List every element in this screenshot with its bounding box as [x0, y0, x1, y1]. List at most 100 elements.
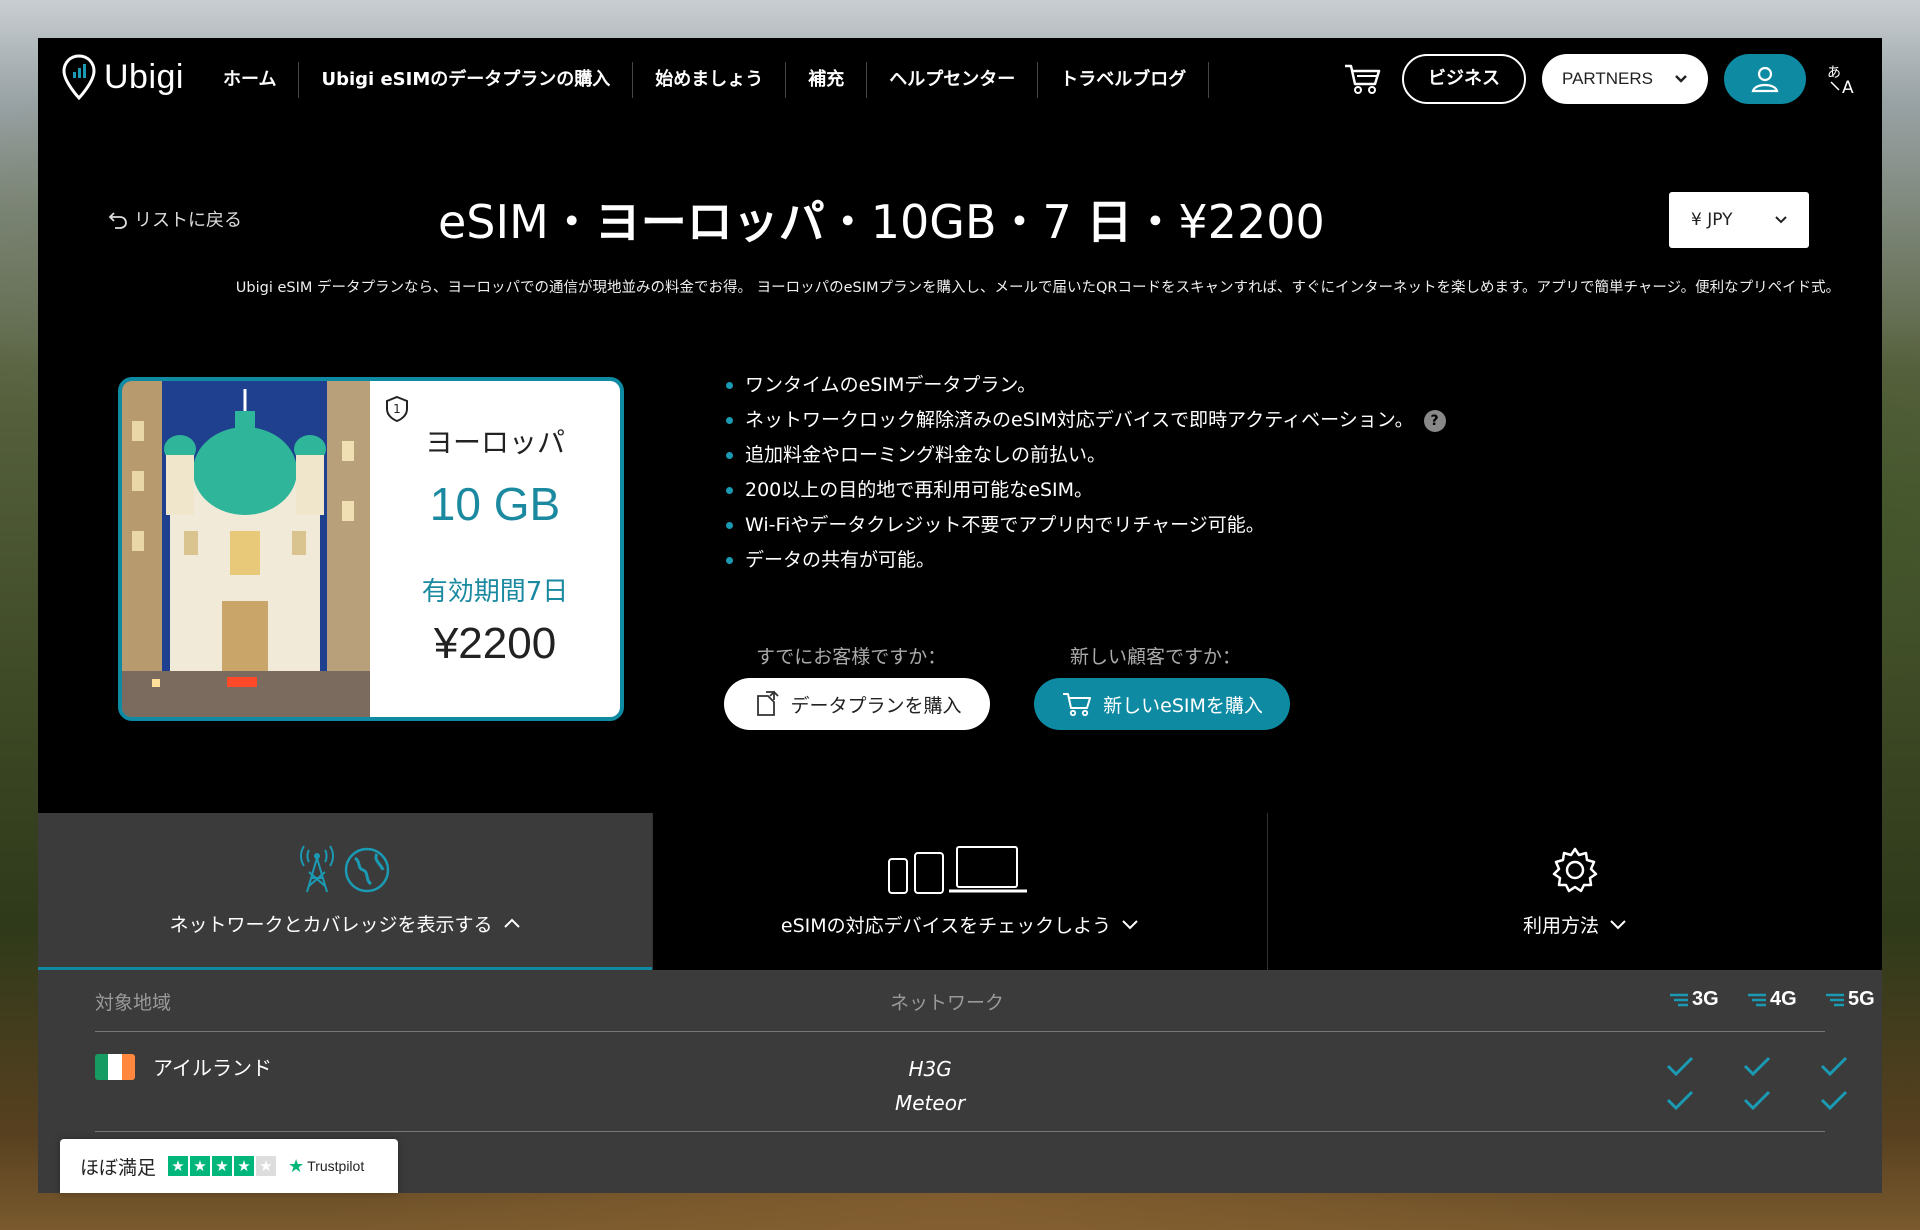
- feature-text: 追加料金やローミング料金なしの前払い。: [745, 444, 1107, 466]
- new-customer-label: 新しい顧客ですか：: [1070, 646, 1242, 668]
- star-empty-icon: ★: [256, 1156, 277, 1176]
- buy-data-plan-label: データプランを購入: [790, 694, 962, 717]
- translate-icon: あ A: [1827, 65, 1854, 96]
- card-data-amount: 10 GB: [429, 478, 561, 530]
- bullet-dot: [726, 417, 733, 424]
- column-3g: 3G: [1668, 988, 1719, 1011]
- title-region: ヨーロッパ: [594, 195, 825, 249]
- antenna-globe-icon: [300, 844, 390, 892]
- card-price: ¥2200: [433, 619, 557, 668]
- main-nav: ホーム Ubigi eSIMのデータプランの購入 始めましょう 補充 ヘルプセン…: [223, 60, 1210, 100]
- star-icon: ★: [212, 1156, 233, 1176]
- speed-lines-icon: [1826, 993, 1844, 1006]
- chevron-down-icon: [1675, 75, 1687, 83]
- cart-icon: [1063, 693, 1092, 717]
- account-button[interactable]: [1724, 54, 1806, 104]
- existing-customer-label: すでにお客様ですか：: [756, 646, 947, 668]
- tab-label: eSIMの対応デバイスをチェックしよう: [781, 911, 1139, 938]
- back-label: リストに戻る: [134, 210, 242, 231]
- title-mid: ・10GB・7: [824, 195, 1072, 249]
- header-actions: ビジネス PARTNERS あ A: [1340, 54, 1862, 104]
- check-icon: [1820, 1090, 1848, 1111]
- nav-get-started[interactable]: 始めましょう: [633, 62, 787, 98]
- tab-network-coverage[interactable]: ネットワークとカバレッジを表示する: [38, 813, 652, 970]
- country-name: アイルランド: [153, 1056, 272, 1080]
- church-illustration: [122, 381, 370, 717]
- chevron-down-icon: [1610, 919, 1626, 929]
- column-4g: 4G: [1746, 988, 1797, 1011]
- feature-text: データの共有が可能。: [745, 549, 936, 571]
- currency-select[interactable]: ¥ JPY: [1669, 192, 1809, 248]
- feature-list: ワンタイムのeSIMデータプラン。 ネットワークロック解除済みのeSIM対応デバ…: [726, 368, 1446, 578]
- feature-item: 200以上の目的地で再利用可能なeSIM。: [726, 473, 1446, 508]
- feature-text: Wi-Fiやデータクレジット不要でアプリ内でリチャージ可能。: [745, 514, 1265, 536]
- ireland-flag-icon: [95, 1054, 135, 1080]
- feature-text: ワンタイムのeSIMデータプラン。: [745, 374, 1037, 396]
- feature-item: Wi-Fiやデータクレジット不要でアプリ内でリチャージ可能。: [726, 508, 1446, 543]
- buy-data-plan-button[interactable]: データプランを購入: [724, 678, 990, 730]
- star-icon: ★: [168, 1156, 189, 1176]
- nav-home[interactable]: ホーム: [223, 62, 300, 98]
- coverage-header: 対象地域 ネットワーク 3G 4G 5G: [95, 988, 1875, 1032]
- network-name: H3G: [908, 1057, 952, 1081]
- tab-compatible-devices[interactable]: eSIMの対応デバイスをチェックしよう: [652, 813, 1267, 970]
- devices-icon: [888, 846, 1027, 894]
- trustpilot-brand: ★ Trustpilot: [288, 1156, 364, 1177]
- chevron-down-icon: [1122, 919, 1138, 929]
- nav-buy-plan[interactable]: Ubigi eSIMのデータプランの購入: [299, 62, 634, 98]
- bullet-dot: [726, 487, 733, 494]
- gen-3g-label: 3G: [1692, 988, 1719, 1010]
- check-icon: [1666, 1056, 1694, 1077]
- feature-text: ネットワークロック解除済みのeSIM対応デバイスで即時アクティベーション。: [745, 409, 1414, 431]
- page-title: eSIM・ヨーロッパ・10GB・7 日・¥2200: [438, 186, 1538, 252]
- nav-travel-blog[interactable]: トラベルブログ: [1038, 62, 1210, 98]
- plan-description: Ubigi eSIM データプランなら、ヨーロッパでの通信が現地並みの料金でお得…: [235, 280, 1841, 296]
- speed-lines-icon: [1748, 993, 1766, 1006]
- network-name: Meteor: [895, 1091, 966, 1115]
- nav-help-center[interactable]: ヘルプセンター: [867, 62, 1039, 98]
- chevron-down-icon: [1775, 216, 1787, 224]
- tab-devices-text: eSIMの対応デバイスをチェックしよう: [780, 915, 1112, 937]
- trustpilot-widget[interactable]: ほぼ満足 ★ ★ ★ ★ ★ ★ Trustpilot: [60, 1139, 398, 1193]
- feature-text: 200以上の目的地で再利用可能なeSIM。: [745, 479, 1094, 501]
- plan-card: 1 ヨーロッパ 10 GB 有効期間7日 ¥2200: [118, 377, 624, 721]
- shield-number-icon: 1: [386, 395, 408, 423]
- network-names: H3G Meteor: [895, 1052, 965, 1120]
- svg-text:あ: あ: [1827, 65, 1841, 81]
- tab-network-text: ネットワークとカバレッジを表示する: [169, 913, 493, 936]
- star-icon: ★: [234, 1156, 255, 1176]
- title-price: ・¥2200: [1132, 195, 1325, 249]
- card-region: ヨーロッパ: [424, 426, 565, 459]
- partners-dropdown[interactable]: PARTNERS: [1542, 54, 1708, 104]
- back-to-list-link[interactable]: リストに戻る: [108, 206, 242, 232]
- chevron-up-icon: [503, 918, 520, 928]
- trustpilot-brand-label: Trustpilot: [307, 1158, 365, 1174]
- partners-label: PARTNERS: [1562, 69, 1654, 88]
- table-row: アイルランド H3G Meteor: [95, 1048, 1848, 1132]
- site-header: Ubigi ホーム Ubigi eSIMのデータプランの購入 始めましょう 補充…: [38, 38, 1882, 120]
- trustpilot-stars: ★ ★ ★ ★ ★: [168, 1156, 277, 1176]
- help-icon[interactable]: ?: [1423, 409, 1446, 432]
- currency-value: ¥ JPY: [1691, 210, 1733, 230]
- svg-text:A: A: [1842, 78, 1854, 96]
- tab-how-to-use[interactable]: 利用方法: [1267, 813, 1882, 970]
- buy-new-esim-button[interactable]: 新しいeSIMを購入: [1034, 678, 1290, 730]
- cart-icon: [1345, 64, 1381, 94]
- business-button[interactable]: ビジネス: [1402, 54, 1526, 104]
- feature-item: ワンタイムのeSIMデータプラン。: [726, 368, 1446, 403]
- trustpilot-rating-text: ほぼ満足: [80, 1156, 157, 1179]
- sim-refresh-icon: [757, 690, 780, 716]
- undo-arrow-icon: [108, 212, 127, 229]
- user-icon: [1751, 66, 1779, 93]
- check-icon: [1743, 1090, 1771, 1111]
- nav-topup[interactable]: 補充: [786, 62, 868, 98]
- check-icon: [1743, 1056, 1771, 1077]
- destination-photo: [122, 381, 370, 717]
- language-button[interactable]: あ A: [1822, 59, 1862, 99]
- cart-button[interactable]: [1340, 56, 1386, 102]
- check-icon: [1820, 1056, 1848, 1077]
- info-tabs: ネットワークとカバレッジを表示する eSIMの対応デバイスをチェックしよう 利用…: [38, 813, 1882, 970]
- trustpilot-star-icon: ★: [288, 1155, 305, 1176]
- brand-name: Ubigi: [104, 57, 184, 96]
- ubigi-logo[interactable]: Ubigi: [62, 54, 184, 100]
